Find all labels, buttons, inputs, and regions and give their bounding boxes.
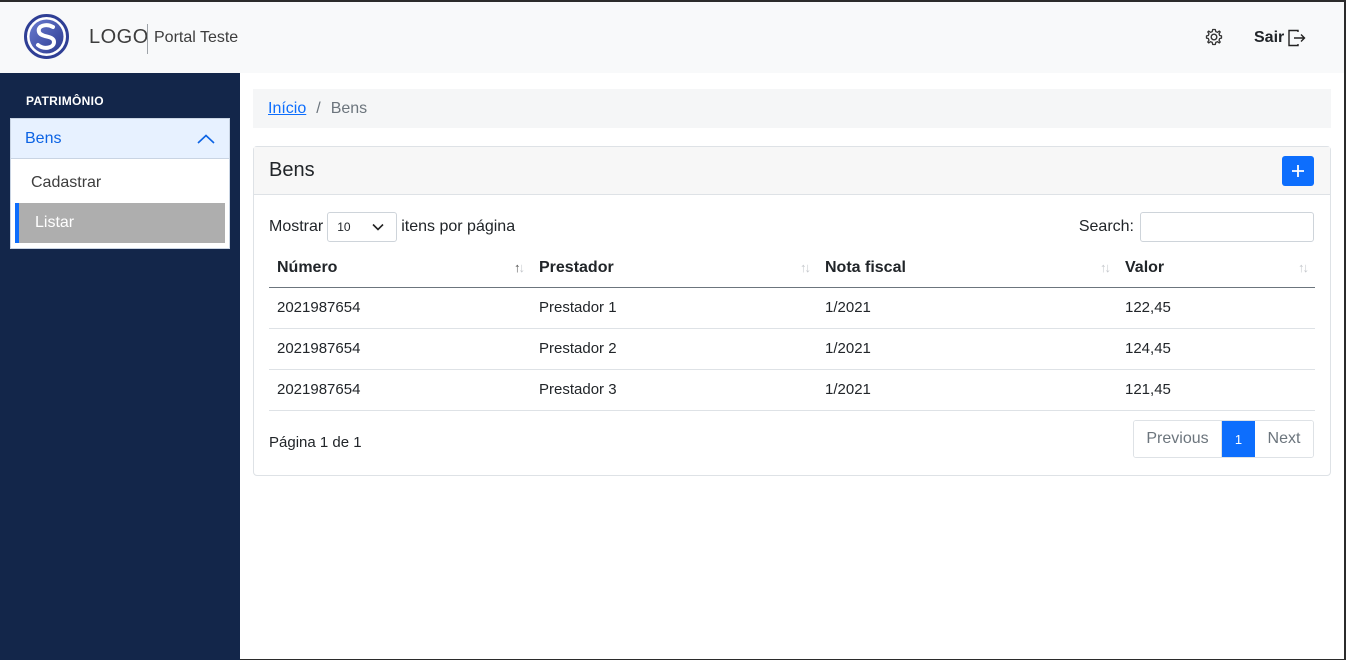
table-row[interactable]: 2021987654 Prestador 2 1/2021 124,45: [269, 328, 1315, 370]
cell-numero: 2021987654: [269, 328, 531, 370]
column-header-label: Valor: [1125, 258, 1165, 276]
sidebar-item-cadastrar[interactable]: Cadastrar: [11, 163, 229, 203]
sidebar-group-label: Bens: [25, 129, 62, 147]
pagination-info: Página 1 de 1: [269, 434, 362, 451]
settings-button[interactable]: [1204, 27, 1224, 47]
top-header: LOGO Portal Teste Sair: [0, 2, 1344, 73]
sort-icon: ↑↓: [1100, 260, 1111, 275]
cell-numero: 2021987654: [269, 369, 531, 411]
cell-nota-fiscal: 1/2021: [817, 328, 1117, 370]
column-header-label: Prestador: [539, 258, 614, 276]
cell-prestador: Prestador 2: [531, 328, 817, 370]
page-1-button[interactable]: 1: [1222, 421, 1255, 457]
sidebar-group-bens[interactable]: Bens: [11, 119, 229, 159]
table-controls: Mostrar 10 itens por página Search:: [269, 211, 1314, 243]
previous-page-button[interactable]: Previous: [1134, 421, 1222, 457]
cell-nota-fiscal: 1/2021: [817, 287, 1117, 329]
column-header-prestador[interactable]: Prestador ↑↓: [531, 249, 817, 288]
plus-icon: [1292, 164, 1304, 177]
cell-valor: 121,45: [1117, 369, 1315, 411]
table-row[interactable]: 2021987654 Prestador 3 1/2021 121,45: [269, 369, 1315, 411]
logout-icon: [1288, 29, 1306, 47]
card-title: Bens: [269, 159, 315, 181]
pagination: Previous 1 Next: [1133, 420, 1314, 458]
table-header-row: Número ↑↓ Prestador ↑↓ Nota fiscal ↑↓ Va…: [269, 249, 1315, 288]
breadcrumb-home-link[interactable]: Início: [268, 100, 306, 118]
cell-valor: 124,45: [1117, 328, 1315, 370]
search-control: Search:: [1079, 212, 1314, 242]
column-header-numero[interactable]: Número ↑↓: [269, 249, 531, 288]
cell-nota-fiscal: 1/2021: [817, 369, 1117, 411]
sort-icon: ↑↓: [514, 260, 525, 275]
logo-text: LOGO: [89, 26, 149, 48]
logo-divider: [147, 24, 148, 54]
portal-title: Portal Teste: [154, 29, 239, 46]
sidebar-menu: Bens Cadastrar Listar: [10, 118, 230, 249]
logout-label: Sair: [1254, 29, 1285, 46]
page-size-control: Mostrar 10 itens por página: [269, 212, 515, 242]
logout-button[interactable]: Sair: [1254, 27, 1307, 49]
cell-numero: 2021987654: [269, 287, 531, 329]
show-label: Mostrar: [269, 218, 324, 235]
breadcrumb-separator: /: [316, 99, 321, 117]
gear-icon: [1205, 28, 1223, 46]
cell-prestador: Prestador 1: [531, 287, 817, 329]
sort-icon: ↑↓: [800, 260, 811, 275]
table-row[interactable]: 2021987654 Prestador 1 1/2021 122,45: [269, 287, 1315, 329]
column-header-nota-fiscal[interactable]: Nota fiscal ↑↓: [817, 249, 1117, 288]
search-input[interactable]: [1140, 212, 1314, 242]
column-header-label: Nota fiscal: [825, 258, 906, 276]
sort-icon: ↑↓: [1298, 260, 1309, 275]
page-size-select[interactable]: 10: [327, 212, 398, 242]
bens-table: Número ↑↓ Prestador ↑↓ Nota fiscal ↑↓ Va…: [269, 249, 1315, 411]
sidebar-section-title: PATRIMÔNIO: [26, 94, 104, 108]
add-button[interactable]: [1282, 155, 1314, 186]
sidebar: PATRIMÔNIO Bens Cadastrar Listar: [0, 73, 240, 660]
cell-valor: 122,45: [1117, 287, 1315, 329]
cell-prestador: Prestador 3: [531, 369, 817, 411]
sidebar-item-label: Cadastrar: [31, 174, 102, 191]
sidebar-item-listar[interactable]: Listar: [15, 203, 225, 243]
sidebar-item-label: Listar: [35, 214, 75, 231]
breadcrumb: Início / Bens: [253, 89, 1331, 128]
breadcrumb-current: Bens: [330, 99, 368, 117]
page-size-value: 10: [337, 220, 351, 234]
bens-card: Bens Mostrar 10 itens por página Search:: [253, 146, 1331, 476]
column-header-valor[interactable]: Valor ↑↓: [1117, 249, 1315, 288]
logo-s-icon[interactable]: [24, 14, 69, 59]
per-page-label: itens por página: [401, 218, 516, 235]
next-page-button[interactable]: Next: [1255, 421, 1313, 457]
card-header: Bens: [254, 147, 1330, 195]
chevron-down-icon: [372, 223, 384, 231]
column-header-label: Número: [277, 258, 338, 276]
search-label: Search:: [1078, 218, 1134, 235]
chevron-up-icon: [197, 133, 215, 144]
